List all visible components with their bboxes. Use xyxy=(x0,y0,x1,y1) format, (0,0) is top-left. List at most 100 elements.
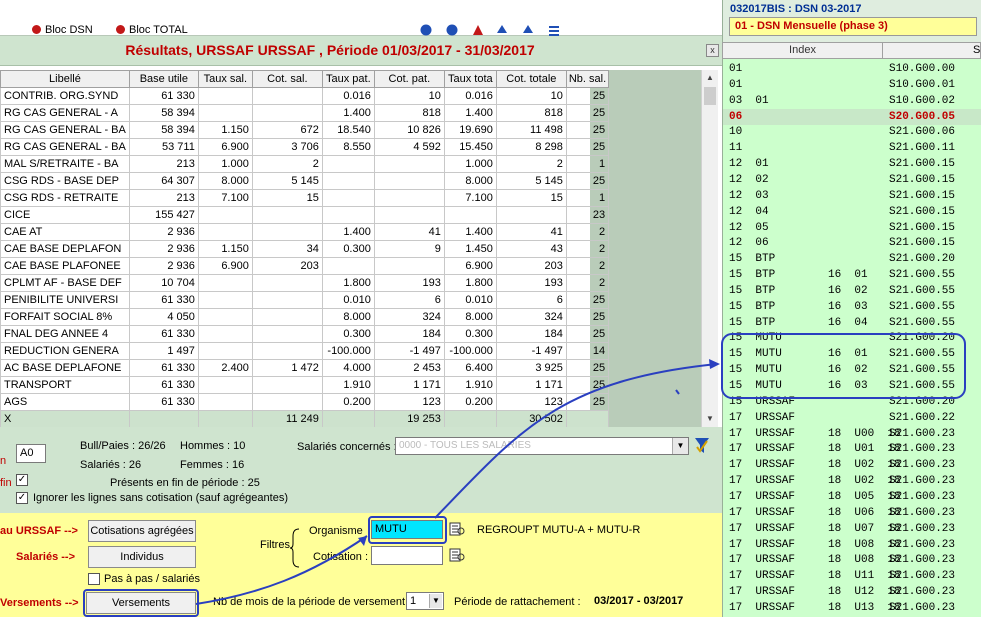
table-cell xyxy=(251,291,323,309)
column-header[interactable]: Cot. pat. xyxy=(373,70,445,88)
table-row[interactable]: RG CAS GENERAL - BA 53 711 6.900 3 706 8.550… xyxy=(0,138,610,156)
table-row[interactable]: RG CAS GENERAL - A 58 394 1.400 818 1.400 818… xyxy=(0,104,610,122)
dsn-list-item[interactable]: 15 BTP 16 04 S21.G00.55 xyxy=(723,315,981,331)
dsn-list-item[interactable]: 12 06 S21.G00.15 xyxy=(723,235,981,251)
column-header[interactable]: Libellé xyxy=(0,70,130,88)
close-icon[interactable]: x xyxy=(706,44,719,57)
navigate-icon[interactable] xyxy=(446,24,458,36)
column-header[interactable]: Cot. sal. xyxy=(251,70,323,88)
table-row[interactable]: MAL S/RETRAITE - BA 213 1.000 2 1.000 2 1 xyxy=(0,155,610,173)
dsn-list-item[interactable]: 15 BTP 16 03 S21.G00.55 xyxy=(723,299,981,315)
dsn-list-item[interactable]: 11 S21.G00.11 xyxy=(723,140,981,156)
dsn-list-item[interactable]: 17 URSSAF 18 U05 18 S21.G00.23 xyxy=(723,489,981,505)
dsn-code: S21.G00.23 xyxy=(889,554,956,567)
dsn-list-item[interactable]: 12 03 S21.G00.15 xyxy=(723,188,981,204)
table-row[interactable]: CPLMT AF - BASE DEF 10 704 1.800 193 1.800 19… xyxy=(0,274,610,292)
organisme-input[interactable]: MUTU xyxy=(371,520,443,539)
dsn-list-item[interactable]: 17 URSSAF 18 U01 18 S21.G00.23 xyxy=(723,441,981,457)
table-row[interactable]: CONTRIB. ORG.SYND 61 330 0.016 10 0.016 10 25 xyxy=(0,87,610,105)
total-row[interactable]: X 11 249 19 253 30 502 xyxy=(0,410,610,428)
table-row[interactable]: PENIBILITE UNIVERSI 61 330 0.010 6 0.010 6 25 xyxy=(0,291,610,309)
column-header[interactable]: Base utile xyxy=(128,70,199,88)
ignore-checkbox[interactable]: ✓ xyxy=(16,492,28,504)
pas-a-pas-checkbox[interactable] xyxy=(88,573,100,585)
dsn-list-item[interactable]: 17 URSSAF 18 U08 18 S21.G00.23 xyxy=(723,537,981,553)
dsn-list-item[interactable]: 17 URSSAF 18 U00 18 S21.G00.23 xyxy=(723,426,981,442)
table-row[interactable]: FNAL DEG ANNEE 4 61 330 0.300 184 0.300 184 25 xyxy=(0,325,610,343)
column-header[interactable]: Taux sal. xyxy=(197,70,253,88)
checkbox-1[interactable]: ✓ xyxy=(16,474,28,486)
table-row[interactable]: CICE 155 427 23 xyxy=(0,206,610,224)
dsn-list-item[interactable]: 17 URSSAF 18 U02 18 S21.G00.23 xyxy=(723,457,981,473)
dsn-list-item[interactable]: 06 S20.G00.05 xyxy=(723,108,981,125)
dsn-list-item[interactable]: 12 01 S21.G00.15 xyxy=(723,156,981,172)
grid-scrollbar[interactable]: ▲ ▼ xyxy=(701,70,718,427)
salaries-concernes-select[interactable]: 0000 - TOUS LES SALARIES ▼ xyxy=(395,437,689,455)
alert-icon[interactable] xyxy=(472,24,484,36)
dsn-list-item[interactable]: 15 BTP 16 01 S21.G00.55 xyxy=(723,267,981,283)
code-input[interactable]: A0 xyxy=(16,444,46,463)
table-row[interactable]: CAE AT 2 936 1.400 41 1.400 41 2 xyxy=(0,223,610,241)
scroll-up-icon[interactable]: ▲ xyxy=(702,70,718,86)
table-row[interactable]: REDUCTION GENERA 1 497 -100.000 -1 497 -100.… xyxy=(0,342,610,360)
nb-mois-select[interactable]: 1 ▼ xyxy=(406,592,444,610)
scroll-down-icon[interactable]: ▼ xyxy=(702,411,718,427)
column-header[interactable]: Nb. sal. xyxy=(565,70,610,88)
table-row[interactable]: RG CAS GENERAL - BA 58 394 1.150 672 18.540 1… xyxy=(0,121,610,139)
index-column-header[interactable]: Index xyxy=(723,43,883,58)
column-header[interactable]: Taux pat. xyxy=(321,70,375,88)
list-icon[interactable] xyxy=(548,24,560,36)
individus-button[interactable]: Individus xyxy=(88,546,196,568)
dsn-list-item[interactable]: 15 URSSAF S21.G00.20 xyxy=(723,394,981,410)
dsn-list-item[interactable]: 17 URSSAF 18 U06 18 S21.G00.23 xyxy=(723,505,981,521)
dsn-list-item[interactable]: 17 URSSAF 18 U11 18 S21.G00.23 xyxy=(723,568,981,584)
cotisations-agregees-button[interactable]: Cotisations agrégées xyxy=(88,520,196,542)
chevron-down-icon[interactable]: ▼ xyxy=(429,594,442,608)
apply-filter-icon[interactable] xyxy=(694,437,710,455)
up-arrow-icon[interactable] xyxy=(496,24,508,36)
dsn-list-item[interactable]: 10 S21.G00.06 xyxy=(723,124,981,140)
dsn-list-item[interactable]: 17 URSSAF 18 U13 18 S21.G00.23 xyxy=(723,600,981,616)
column-header[interactable]: Cot. totale xyxy=(495,70,567,88)
dsn-list-item[interactable]: 15 MUTU 16 01 S21.G00.55 xyxy=(723,346,981,362)
table-row[interactable]: CSG RDS - RETRAITE 213 7.100 15 7.100 15 1 xyxy=(0,189,610,207)
column-header[interactable]: Taux tota xyxy=(443,70,497,88)
dsn-list-item[interactable]: 01 S10.G00.00 xyxy=(723,61,981,77)
table-row[interactable]: AGS 61 330 0.200 123 0.200 123 25 xyxy=(0,393,610,411)
scroll-thumb[interactable] xyxy=(704,87,716,105)
cotisation-input[interactable] xyxy=(371,546,443,565)
chevron-down-icon[interactable]: ▼ xyxy=(672,438,688,454)
dsn-code: S21.G00.15 xyxy=(889,158,956,171)
s-column-header[interactable]: S xyxy=(973,43,980,58)
bloc-dsn-item[interactable]: Bloc DSN xyxy=(32,24,93,36)
bloc-total-item[interactable]: Bloc TOTAL xyxy=(116,24,188,36)
dsn-list-item[interactable]: 17 URSSAF 18 U08 18 S21.G00.23 xyxy=(723,552,981,568)
dsn-list-item[interactable]: 15 MUTU S21.G00.20 xyxy=(723,330,981,346)
up-double-icon[interactable] xyxy=(522,24,534,36)
table-row[interactable]: FORFAIT SOCIAL 8% 4 050 8.000 324 8.000 324 25 xyxy=(0,308,610,326)
table-row[interactable]: CAE BASE DEPLAFON 2 936 1.150 34 0.300 9 1.450… xyxy=(0,240,610,258)
table-row[interactable]: CAE BASE PLAFONEE 2 936 6.900 203 6.900 203 2 xyxy=(0,257,610,275)
dsn-list-item[interactable]: 15 MUTU 16 03 S21.G00.55 xyxy=(723,378,981,394)
table-row[interactable]: CSG RDS - BASE DEP 64 307 8.000 5 145 8.000 5… xyxy=(0,172,610,190)
dsn-list-item[interactable]: 03 01 S10.G00.02 xyxy=(723,93,981,109)
dsn-list-item[interactable]: 15 BTP S21.G00.20 xyxy=(723,251,981,267)
table-cell: 1.400 xyxy=(443,223,497,241)
dsn-list-item[interactable]: 15 BTP 16 02 S21.G00.55 xyxy=(723,283,981,299)
dsn-list-item[interactable]: 12 04 S21.G00.15 xyxy=(723,204,981,220)
dsn-list-item[interactable]: 15 MUTU 16 02 S21.G00.55 xyxy=(723,362,981,378)
table-row[interactable]: TRANSPORT 61 330 1.910 1 171 1.910 1 171 25 xyxy=(0,376,610,394)
dsn-list-item[interactable]: 17 URSSAF 18 U07 18 S21.G00.23 xyxy=(723,521,981,537)
versements-button[interactable]: Versements xyxy=(86,592,196,614)
dsn-list-item[interactable]: 12 02 S21.G00.15 xyxy=(723,172,981,188)
cotisation-lookup-icon[interactable] xyxy=(449,547,465,563)
dsn-list-item[interactable]: 01 S10.G00.01 xyxy=(723,77,981,93)
dsn-list-item[interactable]: 17 URSSAF 18 U02 18 S21.G00.23 xyxy=(723,473,981,489)
dsn-list-item[interactable]: 12 05 S21.G00.15 xyxy=(723,220,981,236)
dsn-list-item[interactable]: 17 URSSAF S21.G00.22 xyxy=(723,410,981,426)
dsn-list-item[interactable]: 17 URSSAF 18 U12 18 S21.G00.23 xyxy=(723,584,981,600)
table-row[interactable]: AC BASE DEPLAFONE 61 330 2.400 1 472 4.000 2 … xyxy=(0,359,610,377)
table-cell: 2 xyxy=(251,155,323,173)
info-icon[interactable] xyxy=(420,24,432,36)
organisme-lookup-icon[interactable] xyxy=(449,521,465,537)
